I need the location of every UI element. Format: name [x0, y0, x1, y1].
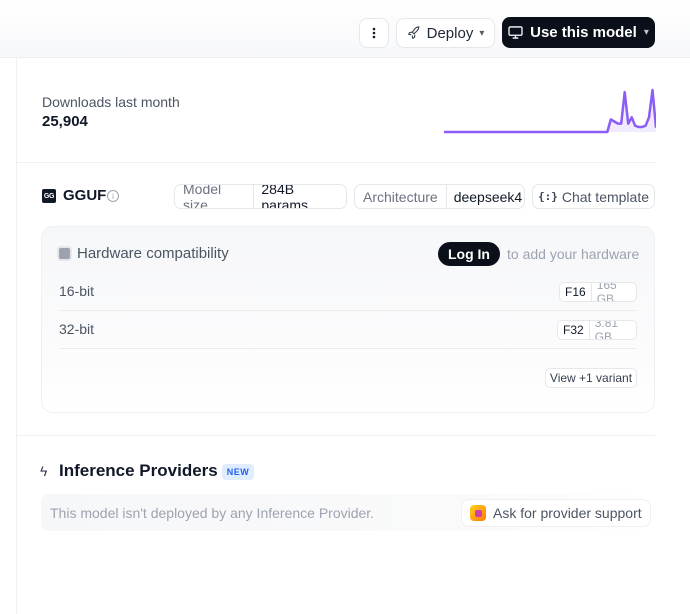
- quant-size: 165 GB: [590, 283, 636, 301]
- gguf-icon: GG: [42, 189, 56, 203]
- chevron-down-icon: ▾: [643, 27, 649, 38]
- hugging-face-icon: [470, 505, 486, 521]
- quant-type: F32: [563, 323, 584, 337]
- chat-template-label: Chat template: [561, 188, 650, 205]
- hardware-title: Hardware compatibility: [77, 245, 229, 262]
- ask-provider-label: Ask for provider support: [493, 505, 642, 521]
- not-deployed-text: This model isn't deployed by any Inferen…: [50, 505, 375, 521]
- more-options-button[interactable]: [359, 18, 389, 48]
- section-divider: [17, 162, 655, 163]
- gguf-title: GGUF: [63, 187, 107, 204]
- downloads-value: 25,904: [42, 113, 88, 130]
- architecture-pill: Architecture deepseek4: [354, 184, 525, 209]
- chat-template-button[interactable]: {:} Chat template: [532, 184, 655, 209]
- rocket-icon: [407, 26, 420, 39]
- add-hardware-text: to add your hardware: [507, 246, 640, 262]
- lightning-icon: ϟ: [40, 463, 48, 479]
- section-divider: [17, 435, 655, 436]
- quant-type: F16: [565, 285, 586, 299]
- bit-row-label: 32-bit: [59, 321, 95, 337]
- model-size-key: Model size: [183, 184, 222, 209]
- inference-providers-title: Inference Providers: [59, 461, 218, 480]
- chip-icon: [59, 248, 70, 259]
- quant-badge[interactable]: F16 165 GB: [559, 282, 637, 302]
- login-button[interactable]: Log In: [438, 242, 500, 266]
- left-divider: [16, 58, 17, 614]
- architecture-value: deepseek4: [445, 185, 524, 208]
- quant-size: 3.81 GB: [588, 321, 636, 339]
- model-toolbar: Deploy ▾ Use this model ▾: [0, 0, 690, 58]
- deploy-label: Deploy: [426, 24, 474, 42]
- chat-template-icon: {:}: [537, 190, 558, 203]
- ask-provider-support-button[interactable]: Ask for provider support: [461, 499, 651, 527]
- chevron-down-icon: ▾: [479, 27, 485, 39]
- use-this-model-label: Use this model: [530, 24, 637, 41]
- row-divider: [59, 310, 637, 311]
- use-this-model-button[interactable]: Use this model ▾: [502, 17, 655, 48]
- architecture-key: Architecture: [363, 188, 438, 205]
- model-size-value: 284B params: [253, 185, 346, 208]
- deploy-button[interactable]: Deploy ▾: [396, 18, 495, 48]
- vertical-ellipsis-icon: [372, 27, 376, 39]
- info-icon[interactable]: i: [107, 190, 119, 202]
- row-divider: [59, 348, 637, 349]
- monitor-icon: [508, 26, 523, 39]
- model-size-pill: Model size 284B params: [174, 184, 347, 209]
- downloads-sparkline: [444, 88, 656, 134]
- view-variant-button[interactable]: View +1 variant: [545, 368, 637, 388]
- quant-badge[interactable]: F32 3.81 GB: [557, 320, 637, 340]
- new-badge: NEW: [222, 464, 254, 480]
- downloads-label: Downloads last month: [42, 94, 180, 110]
- bit-row-label: 16-bit: [59, 283, 95, 299]
